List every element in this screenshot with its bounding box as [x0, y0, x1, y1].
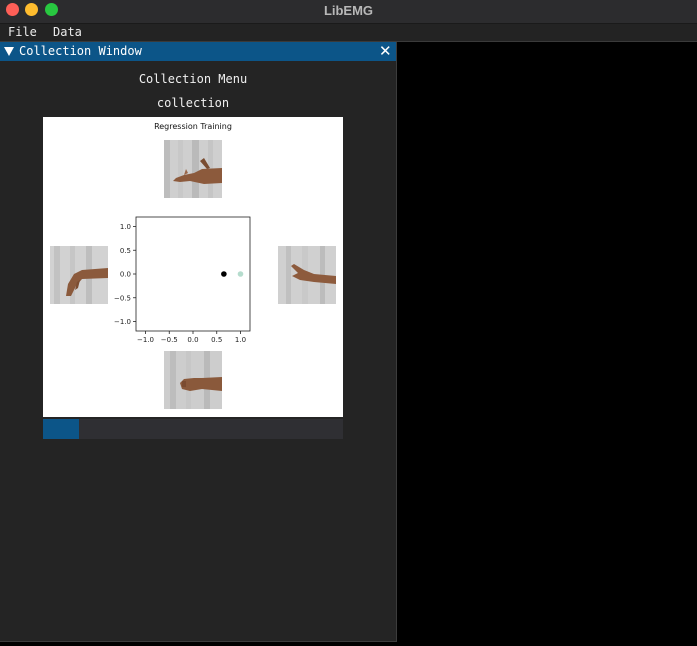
y-tick-label: −1.0 — [114, 318, 131, 326]
collection-window: Collection Window ✕ Collection Menu coll… — [0, 42, 397, 642]
menu-data[interactable]: Data — [53, 25, 82, 39]
title-bar: LibEMG — [0, 0, 697, 24]
progress-fill — [43, 419, 79, 439]
target-position-point — [237, 271, 244, 277]
x-tick-label: −0.5 — [161, 336, 178, 344]
app-title: LibEMG — [323, 3, 374, 18]
collection-menu-heading: Collection Menu — [138, 72, 248, 86]
close-icon[interactable]: ✕ — [379, 42, 392, 60]
regression-training-figure: Regression Training −1.0 −0.5 0.0 0.5 1.… — [43, 117, 343, 417]
x-tick-label: 1.0 — [235, 336, 246, 344]
x-tick-label: −1.0 — [137, 336, 154, 344]
collection-subheading: collection — [156, 96, 230, 110]
menu-bar: File Data — [0, 24, 697, 42]
y-tick-label: 0.5 — [120, 247, 131, 255]
y-tick-label: −0.5 — [114, 294, 131, 302]
y-tick-label: 0.0 — [120, 271, 131, 279]
collapse-arrow-icon[interactable] — [4, 47, 14, 56]
menu-file[interactable]: File — [8, 25, 37, 39]
x-tick-label: 0.5 — [211, 336, 222, 344]
y-tick-label: 1.0 — [120, 223, 131, 231]
current-position-point — [221, 271, 227, 277]
collection-progress-bar — [43, 419, 343, 439]
x-tick-label: 0.0 — [187, 336, 198, 344]
collection-window-header[interactable]: Collection Window ✕ — [0, 42, 396, 61]
axes-frame — [135, 216, 251, 332]
regression-scatter-plot: −1.0 −0.5 0.0 0.5 1.0 −1.0 −0.5 0.0 0.5 1.0 — [114, 216, 251, 344]
collection-window-title: Collection Window — [19, 44, 142, 58]
